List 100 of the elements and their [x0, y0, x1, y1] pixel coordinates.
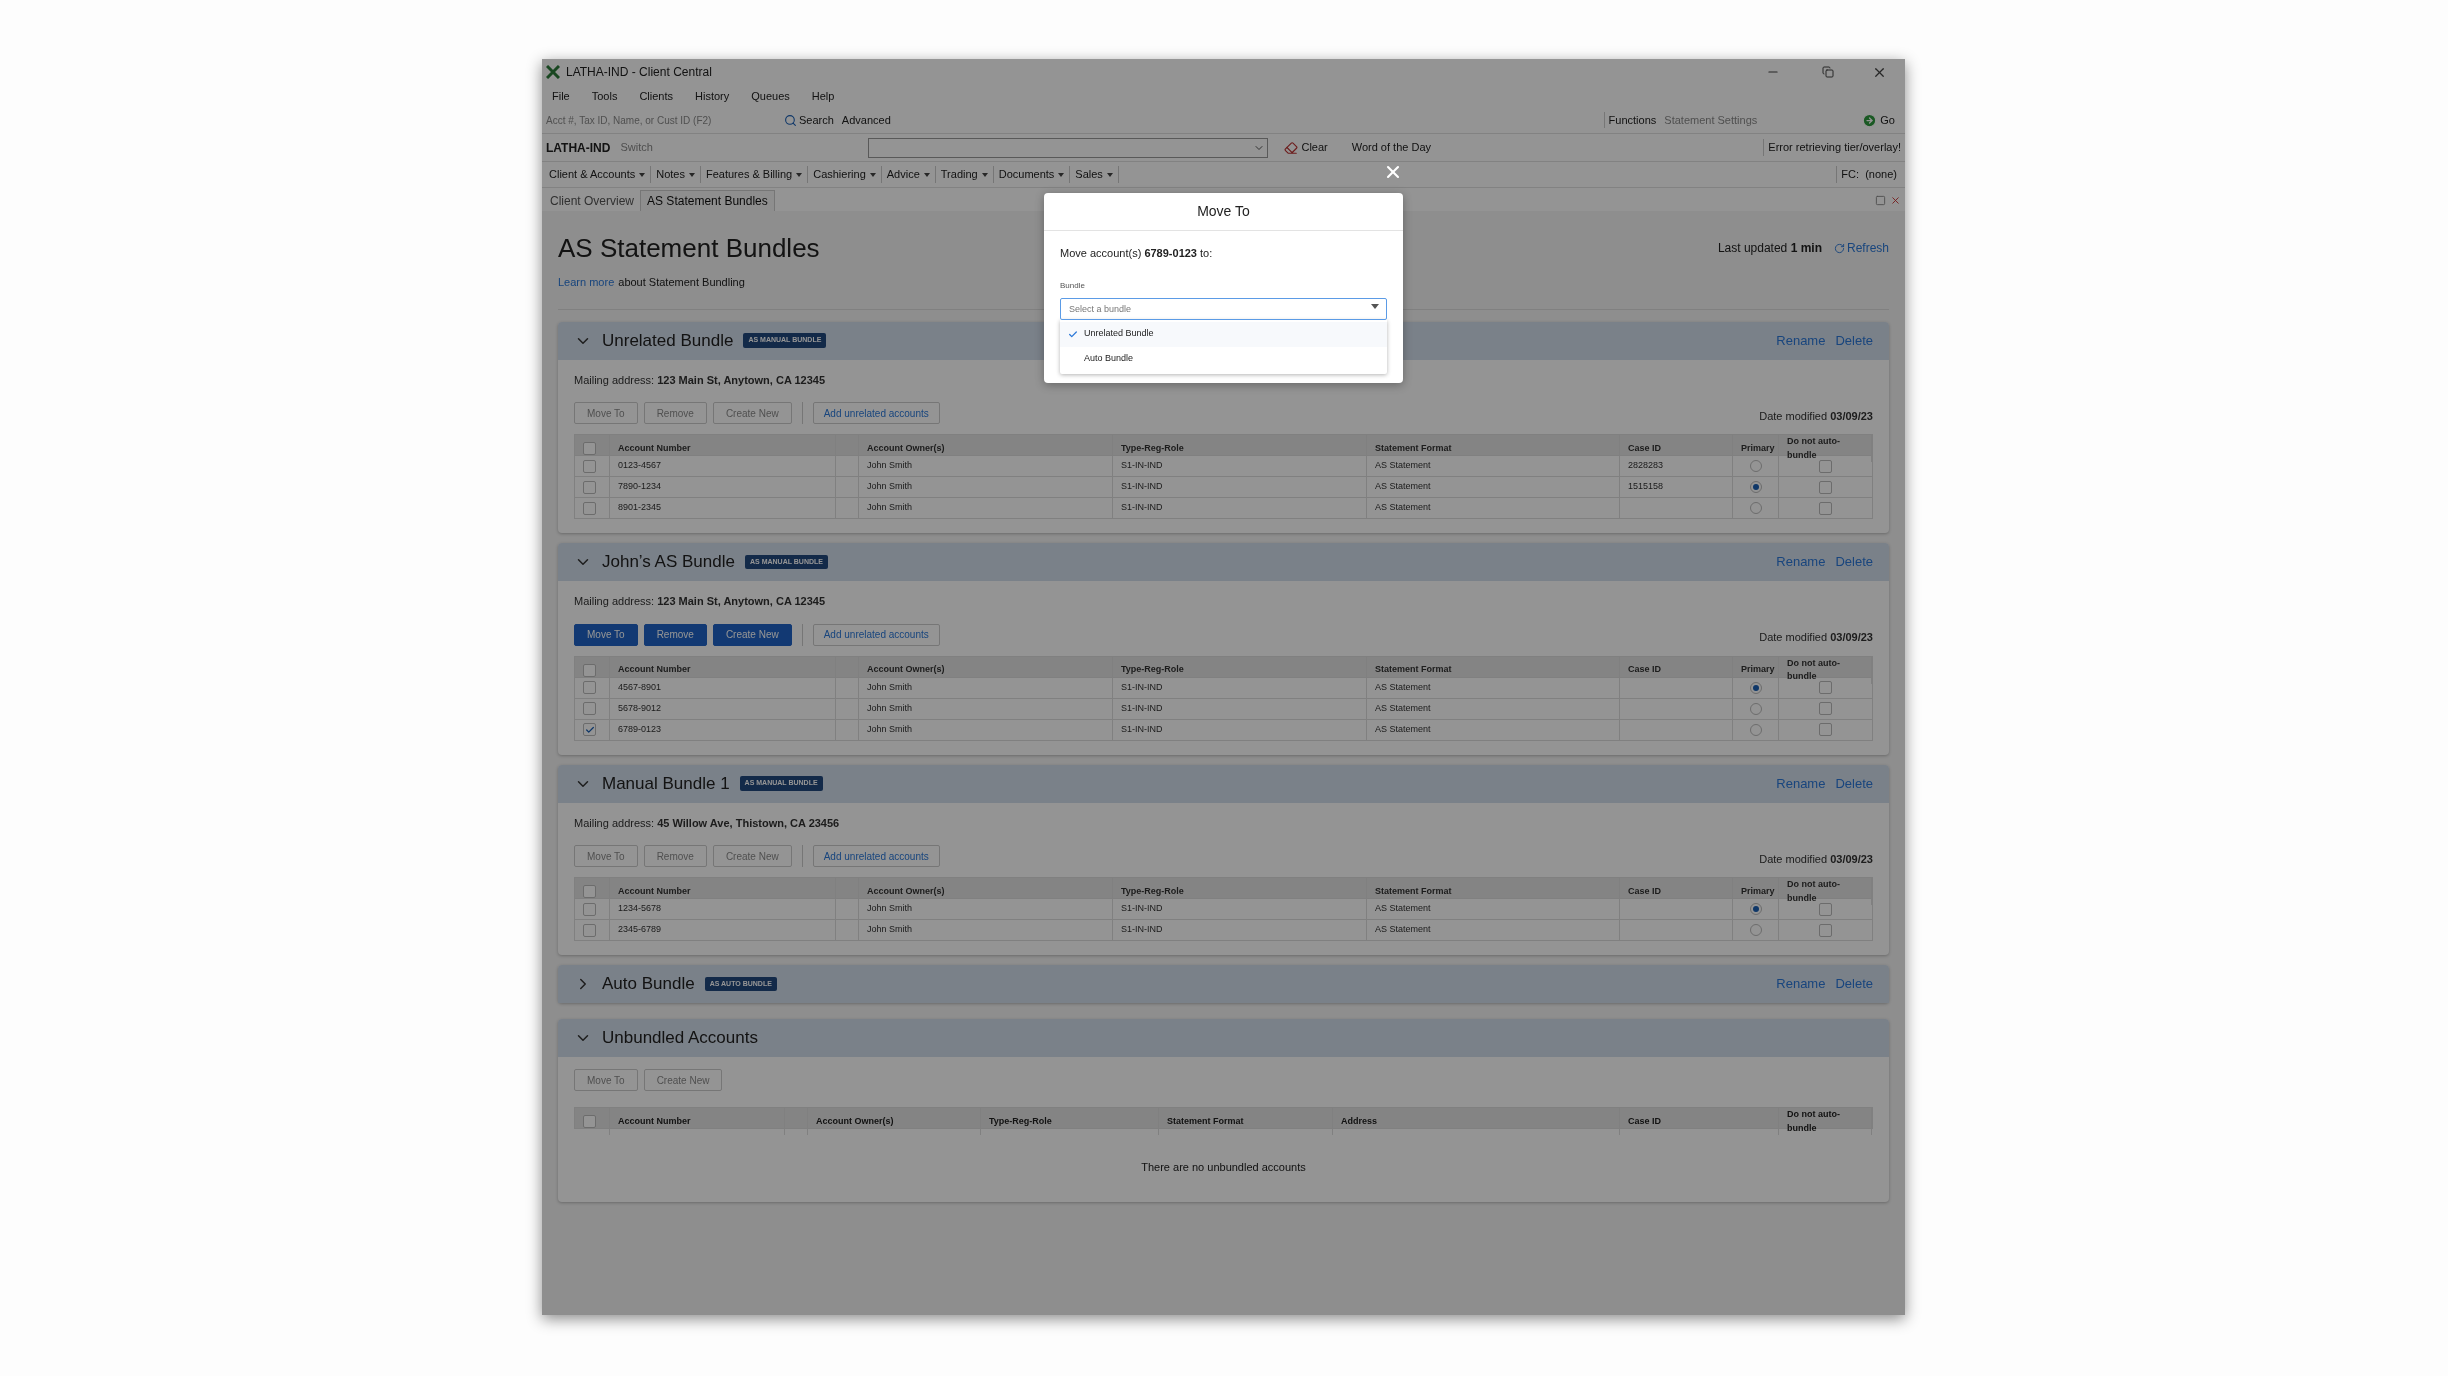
table-cell: 7890-1234	[610, 477, 836, 497]
radio-button[interactable]	[1749, 481, 1762, 493]
advanced-link[interactable]: Advanced	[841, 111, 891, 129]
table-cell: John Smith	[859, 920, 1113, 940]
switch-link[interactable]: Switch	[620, 139, 859, 156]
table-cell: 8901-2345	[610, 498, 836, 518]
bundle-name: Manual Bundle 1	[602, 772, 730, 795]
menu-item[interactable]: File	[552, 87, 570, 105]
checkbox[interactable]	[1819, 501, 1832, 515]
column-header: Account Number	[610, 1108, 785, 1135]
checkbox[interactable]	[583, 923, 596, 937]
delete-link[interactable]: Delete	[1835, 974, 1873, 994]
radio-button[interactable]	[1749, 924, 1762, 936]
search-field[interactable]: Acct #, Tax ID, Name, or Cust ID (F2)	[546, 112, 776, 128]
table-cell: S1-IN-IND	[1113, 677, 1367, 698]
clear-button[interactable]: Clear	[1284, 139, 1328, 156]
checkbox[interactable]	[583, 501, 596, 515]
checkbox[interactable]	[1819, 902, 1832, 916]
radio-button[interactable]	[1749, 502, 1762, 514]
add-accounts-button[interactable]: Add unrelated accounts	[812, 623, 940, 646]
menu-item[interactable]: Tools	[591, 87, 618, 105]
checkbox[interactable]	[1819, 723, 1832, 736]
search-button[interactable]: Search	[784, 111, 834, 129]
checkbox[interactable]	[583, 459, 596, 473]
square-icon[interactable]	[1875, 195, 1886, 206]
action-button[interactable]: Create New	[712, 623, 792, 646]
table-cell: AS Statement	[1367, 719, 1620, 740]
radio-button[interactable]	[1749, 702, 1762, 715]
client-dropdown[interactable]	[868, 137, 1269, 158]
radio-button[interactable]	[1749, 681, 1762, 694]
table-cell: 6789-0123	[610, 719, 836, 740]
tab[interactable]: AS Statement Bundles	[640, 190, 775, 211]
dropdown-option[interactable]: Auto Bundle	[1060, 346, 1387, 372]
radio-button[interactable]	[1749, 460, 1762, 472]
add-accounts-button[interactable]: Add unrelated accounts	[812, 845, 940, 867]
checkbox[interactable]	[583, 885, 596, 898]
restore-icon[interactable]	[1822, 66, 1834, 78]
column-header: Case ID	[1620, 878, 1733, 905]
nav-menu[interactable]: Notes	[651, 166, 701, 183]
menu-item[interactable]: History	[695, 87, 730, 105]
nav-menu[interactable]: Sales	[1070, 166, 1119, 183]
delete-link[interactable]: Delete	[1835, 552, 1873, 572]
check-icon	[1068, 328, 1078, 340]
delete-link[interactable]: Delete	[1835, 773, 1873, 794]
rename-link[interactable]: Rename	[1776, 974, 1826, 994]
column-header: Statement Format	[1367, 656, 1620, 684]
checkbox[interactable]	[1819, 681, 1832, 694]
checkbox[interactable]	[1819, 923, 1832, 937]
checkbox[interactable]	[583, 663, 596, 677]
checkbox[interactable]	[583, 702, 596, 715]
column-header: Case ID	[1620, 1108, 1779, 1135]
empty-message: There are no unbundled accounts	[1141, 1160, 1306, 1175]
table-cell: S1-IN-IND	[1113, 477, 1367, 497]
checkbox[interactable]	[583, 1115, 596, 1128]
go-button[interactable]: Go	[1862, 111, 1895, 129]
nav-menu[interactable]: Advice	[881, 166, 936, 183]
dialog-prompt: Move account(s) 6789-0123 to:	[1060, 246, 1214, 261]
rename-link[interactable]: Rename	[1776, 773, 1826, 794]
bundle-select[interactable]: Select a bundle	[1060, 297, 1387, 320]
rename-link[interactable]: Rename	[1776, 330, 1826, 351]
nav-menu[interactable]: Features & Billing	[700, 166, 809, 183]
column-header: Statement Format	[1367, 435, 1620, 462]
date-modified: Date modified 03/09/23	[1759, 630, 1873, 645]
menu-item[interactable]: Help	[811, 87, 835, 105]
delete-link[interactable]: Delete	[1835, 330, 1873, 351]
radio-button[interactable]	[1749, 903, 1762, 915]
checkbox[interactable]	[583, 902, 596, 916]
check-icon	[584, 724, 595, 735]
word-of-the-day[interactable]: Word of the Day	[1351, 139, 1431, 156]
action-button[interactable]: Move To	[574, 623, 638, 646]
checkbox[interactable]	[1819, 480, 1832, 494]
learn-more-link[interactable]: Learn more	[558, 274, 615, 291]
add-accounts-button[interactable]: Add unrelated accounts	[812, 402, 940, 424]
rename-link[interactable]: Rename	[1776, 552, 1826, 572]
close-tab-icon[interactable]	[1890, 195, 1901, 206]
table-cell: John Smith	[859, 498, 1113, 518]
radio-button[interactable]	[1749, 723, 1762, 736]
checkbox[interactable]	[583, 681, 596, 694]
nav-menu[interactable]: Cashiering	[808, 166, 882, 183]
nav-menu[interactable]: Client & Accounts	[544, 166, 652, 183]
table-cell: AS Statement	[1367, 677, 1620, 698]
nav-menu[interactable]: Documents	[993, 166, 1071, 183]
dropdown-option[interactable]: Unrelated Bundle	[1060, 321, 1387, 347]
column-header: Statement Format	[1159, 1108, 1333, 1135]
column-header: Type-Reg-Role	[1113, 435, 1367, 462]
functions-menu[interactable]: Functions	[1603, 111, 1657, 129]
table-cell: John Smith	[859, 899, 1113, 919]
checkbox[interactable]	[583, 480, 596, 494]
menu-item[interactable]: Clients	[639, 87, 674, 105]
table-cell: S1-IN-IND	[1113, 698, 1367, 719]
checkbox[interactable]	[583, 442, 596, 455]
checkbox[interactable]	[1819, 459, 1832, 473]
nav-menu[interactable]: Trading	[935, 166, 994, 183]
checkbox[interactable]	[1819, 702, 1832, 715]
action-button[interactable]: Remove	[643, 623, 707, 646]
checkbox[interactable]	[583, 723, 596, 736]
column-header: Account Number	[610, 878, 836, 905]
tab[interactable]: Client Overview	[544, 190, 641, 211]
refresh-link[interactable]: Refresh	[1833, 239, 1889, 257]
menu-item[interactable]: Queues	[751, 87, 790, 105]
